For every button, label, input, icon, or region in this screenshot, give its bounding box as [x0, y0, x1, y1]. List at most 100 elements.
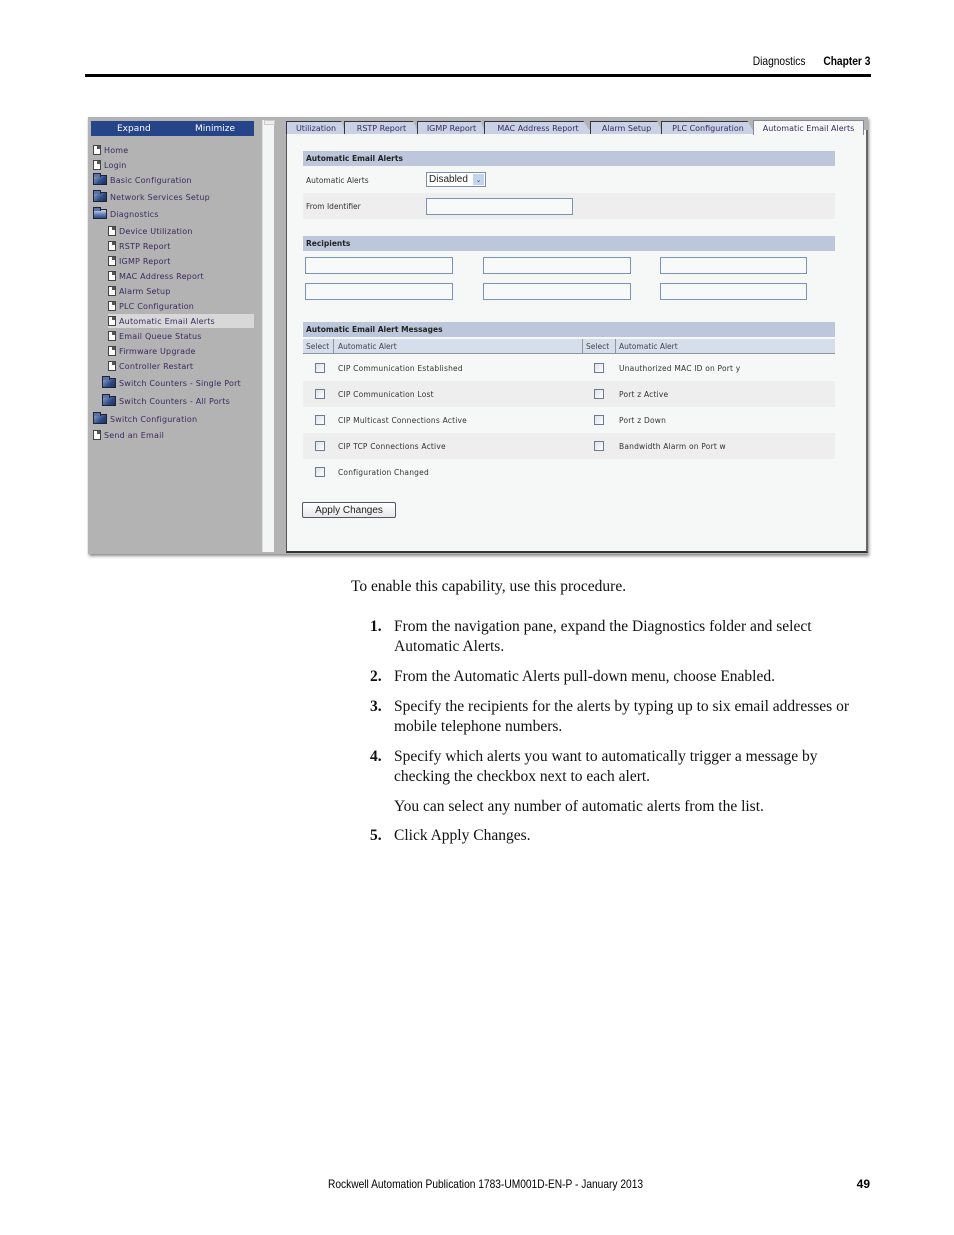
- sidebar-item-controller-restart[interactable]: Controller Restart: [108, 359, 193, 373]
- sidebar-item-label: Firmware Upgrade: [119, 346, 196, 356]
- sidebar-item-label: Email Queue Status: [119, 331, 202, 341]
- sidebar-item-firmware-upgrade[interactable]: Firmware Upgrade: [108, 344, 196, 358]
- alert-checkbox[interactable]: [315, 415, 325, 425]
- alert-checkbox[interactable]: [315, 363, 325, 373]
- sidebar-item-rstp-report[interactable]: RSTP Report: [108, 239, 171, 253]
- automatic-alerts-row: Automatic Alerts Disabled ⌄: [303, 167, 835, 193]
- chevron-down-icon[interactable]: ⌄: [473, 174, 484, 185]
- tab-rstp-report[interactable]: RSTP Report: [344, 121, 419, 134]
- step-4-note: You can select any number of automatic a…: [394, 798, 764, 815]
- page-icon: [108, 316, 116, 326]
- alert-checkbox[interactable]: [315, 441, 325, 451]
- automatic-alerts-select[interactable]: Disabled ⌄: [426, 172, 486, 187]
- sidebar-item-home[interactable]: Home: [93, 143, 128, 157]
- section-header-recipients: Recipients: [303, 236, 835, 251]
- page-icon: [108, 271, 116, 281]
- step-text: From the navigation pane, expand the Dia…: [394, 618, 812, 655]
- sidebar-item-send-an-email[interactable]: Send an Email: [93, 428, 164, 442]
- tab-utilization[interactable]: Utilization: [286, 121, 346, 134]
- sidebar-item-switch-configuration[interactable]: Switch Configuration: [93, 412, 197, 426]
- alert-checkbox[interactable]: [594, 415, 604, 425]
- sidebar-item-switch-counters-all-ports[interactable]: Switch Counters - All Ports: [102, 394, 230, 408]
- alert-checkbox[interactable]: [315, 467, 325, 477]
- recipient-input-6[interactable]: [660, 283, 807, 300]
- recipient-input-3[interactable]: [660, 257, 807, 274]
- sidebar-item-automatic-email-alerts[interactable]: Automatic Email Alerts: [108, 314, 254, 328]
- sidebar-item-basic-configuration[interactable]: Basic Configuration: [93, 173, 192, 187]
- tab-mac-address-report[interactable]: MAC Address Report: [484, 121, 592, 134]
- automatic-alerts-value: Disabled: [429, 174, 468, 185]
- section-header-alert-messages: Automatic Email Alert Messages: [303, 322, 835, 337]
- sidebar-item-label: PLC Configuration: [119, 301, 195, 311]
- alert-row: CIP TCP Connections Active Bandwidth Alar…: [303, 433, 835, 459]
- sidebar-item-login[interactable]: Login: [93, 158, 127, 172]
- tab-plc-configuration[interactable]: PLC Configuration: [661, 121, 755, 134]
- header-rule: [85, 74, 871, 77]
- tab-igmp-report[interactable]: IGMP Report: [417, 121, 486, 134]
- sidebar-item-label: Login: [104, 160, 127, 170]
- sidebar-item-label: Device Utilization: [119, 226, 193, 236]
- sidebar-item-plc-configuration[interactable]: PLC Configuration: [108, 299, 194, 313]
- sidebar-item-mac-address-report[interactable]: MAC Address Report: [108, 269, 204, 283]
- sidebar-item-label: Automatic Email Alerts: [119, 316, 215, 326]
- sidebar-item-label: RSTP Report: [119, 241, 171, 251]
- sidebar-item-label: Controller Restart: [119, 361, 194, 371]
- apply-changes-button[interactable]: Apply Changes: [302, 502, 396, 518]
- step-number: 2.: [370, 668, 382, 685]
- sidebar-item-label: Alarm Setup: [119, 286, 171, 296]
- sidebar-item-label: Send an Email: [104, 430, 165, 440]
- page-number: 49: [856, 1177, 870, 1191]
- sidebar-item-switch-counters-single-port[interactable]: Switch Counters - Single Port: [102, 376, 241, 390]
- frame-scrollbar[interactable]: [262, 120, 275, 552]
- minimize-button[interactable]: Minimize: [195, 124, 235, 134]
- alert-row: Configuration Changed: [303, 459, 835, 485]
- step-number: 4.: [370, 748, 382, 765]
- page-icon: [108, 346, 116, 356]
- recipient-input-2[interactable]: [483, 257, 631, 274]
- col-alert-left: Automatic Alert: [338, 341, 397, 351]
- sidebar-item-igmp-report[interactable]: IGMP Report: [108, 254, 171, 268]
- tab-automatic-email-alerts[interactable]: Automatic Email Alerts: [753, 120, 864, 135]
- step-text: Click Apply Changes.: [394, 827, 531, 844]
- tab-bar: Utilization RSTP Report IGMP Report MAC Add…: [286, 120, 868, 135]
- sidebar-item-network-services-setup[interactable]: Network Services Setup: [93, 190, 210, 204]
- step-text: Specify which alerts you want to automat…: [394, 748, 818, 785]
- alert-label: Bandwidth Alarm on Port w: [619, 441, 726, 451]
- alert-checkbox[interactable]: [594, 363, 604, 373]
- sidebar-item-email-queue-status[interactable]: Email Queue Status: [108, 329, 202, 343]
- ui-screenshot: Expand Minimize Home Login Basic Configura…: [88, 117, 868, 554]
- sidebar-item-device-utilization[interactable]: Device Utilization: [108, 224, 193, 238]
- page-icon: [93, 430, 101, 440]
- page-icon: [108, 301, 116, 311]
- page-icon: [108, 286, 116, 296]
- folder-open-icon: [93, 207, 107, 219]
- alert-label: CIP TCP Connections Active: [338, 441, 446, 451]
- from-identifier-input[interactable]: [426, 198, 573, 215]
- folder-icon: [93, 190, 107, 202]
- sidebar-item-label: Home: [104, 145, 129, 155]
- col-select-left: Select: [306, 341, 330, 351]
- expand-button[interactable]: Expand: [117, 124, 151, 134]
- step-number: 5.: [370, 827, 382, 844]
- alert-checkbox[interactable]: [594, 441, 604, 451]
- col-divider: [582, 339, 583, 353]
- col-select-right: Select: [586, 341, 610, 351]
- alert-label: CIP Multicast Connections Active: [338, 415, 467, 425]
- alert-label: Port z Down: [619, 415, 667, 425]
- sidebar-item-diagnostics[interactable]: Diagnostics: [93, 207, 159, 221]
- alert-checkbox[interactable]: [594, 389, 604, 399]
- navigation-pane: Expand Minimize Home Login Basic Configura…: [88, 117, 260, 554]
- alert-row: CIP Communication Established Unauthorize…: [303, 355, 835, 381]
- sidebar-item-alarm-setup[interactable]: Alarm Setup: [108, 284, 171, 298]
- recipient-input-4[interactable]: [305, 283, 453, 300]
- publication-footer: Rockwell Automation Publication 1783-UM0…: [328, 1177, 644, 1191]
- recipient-input-1[interactable]: [305, 257, 453, 274]
- recipient-input-5[interactable]: [483, 283, 631, 300]
- page-icon: [93, 160, 101, 170]
- alert-label: Configuration Changed: [338, 467, 429, 477]
- alert-checkbox[interactable]: [315, 389, 325, 399]
- tab-alarm-setup[interactable]: Alarm Setup: [590, 121, 663, 134]
- running-header: Diagnostics Chapter 3: [752, 52, 870, 70]
- page-icon: [108, 331, 116, 341]
- section-name: Diagnostics: [752, 54, 806, 68]
